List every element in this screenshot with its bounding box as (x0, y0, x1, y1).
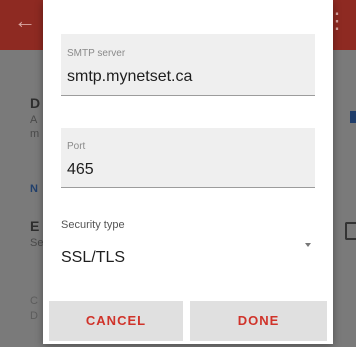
back-arrow-icon[interactable]: ← (14, 10, 36, 32)
background-text: Se (30, 237, 44, 249)
security-type-value[interactable]: SSL/TLS (61, 249, 125, 267)
cancel-button[interactable]: CANCEL (49, 301, 183, 341)
smtp-server-field[interactable]: SMTP server smtp.mynetset.ca (61, 34, 315, 96)
field-underline (61, 95, 315, 96)
server-settings-dialog: SMTP server smtp.mynetset.ca Port 465 Se… (43, 0, 333, 344)
background-section-header: N (30, 183, 38, 195)
background-toggle (350, 111, 356, 123)
done-button[interactable]: DONE (190, 301, 327, 341)
smtp-server-value[interactable]: smtp.mynetset.ca (67, 68, 192, 86)
background-text: C (30, 295, 38, 307)
dropdown-caret-icon[interactable] (305, 243, 311, 247)
field-underline (61, 187, 315, 188)
background-heading: E (30, 218, 40, 234)
port-value[interactable]: 465 (67, 161, 94, 179)
background-text: m (30, 128, 40, 140)
port-field[interactable]: Port 465 (61, 128, 315, 188)
security-type-label: Security type (61, 219, 125, 231)
background-checkbox (345, 222, 356, 240)
port-label: Port (67, 141, 86, 152)
smtp-server-label: SMTP server (67, 48, 126, 59)
background-text: D (30, 310, 38, 322)
background-heading: D (30, 95, 41, 111)
